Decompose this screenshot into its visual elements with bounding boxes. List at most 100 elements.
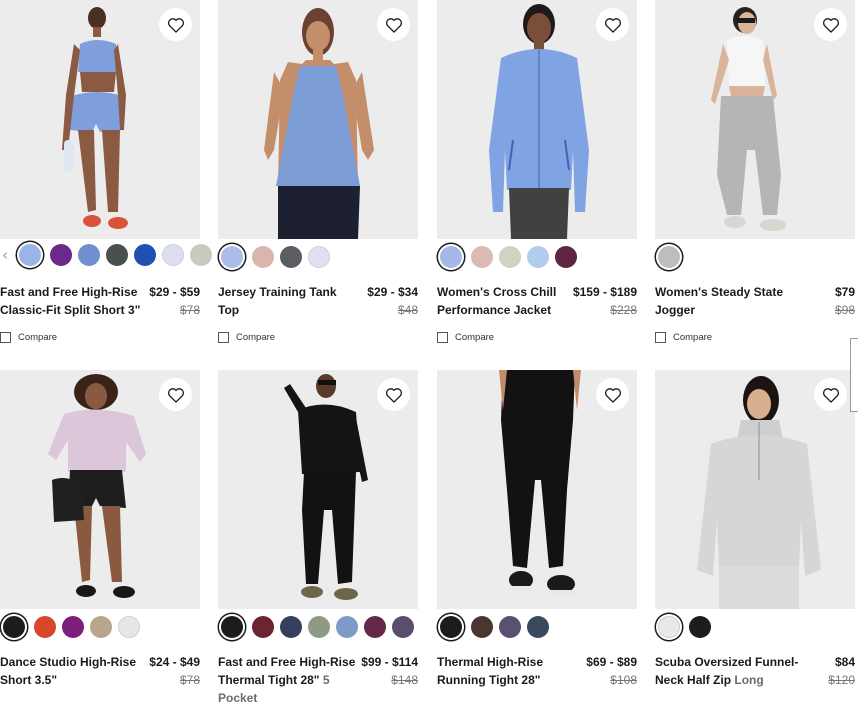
heart-icon [822, 387, 839, 403]
color-swatch[interactable] [3, 616, 25, 638]
original-price: $108 [610, 673, 637, 687]
color-swatch[interactable] [19, 244, 41, 266]
product-name[interactable]: Jersey Training Tank Top [218, 283, 348, 319]
product-name[interactable]: Women's Cross Chill Performance Jacket [437, 283, 567, 319]
product-price: $24 - $49 [149, 655, 200, 669]
favorite-button[interactable] [596, 378, 629, 411]
color-swatch[interactable] [280, 246, 302, 268]
color-swatches [437, 242, 583, 272]
product-card[interactable]: Women's Steady State Jogger $79 $98 Comp… [655, 0, 855, 350]
color-swatches [655, 242, 689, 272]
color-swatch[interactable] [34, 616, 56, 638]
color-swatches: ‹› [0, 240, 228, 270]
favorite-button[interactable] [377, 8, 410, 41]
color-swatch[interactable] [658, 616, 680, 638]
original-price: $228 [610, 303, 637, 317]
favorite-button[interactable] [814, 378, 847, 411]
heart-icon [167, 17, 184, 33]
product-grid: ‹› Fast and Free High-Rise Classic-Fit S… [0, 0, 858, 707]
color-swatch[interactable] [364, 616, 386, 638]
color-swatch[interactable] [499, 246, 521, 268]
compare-label: Compare [455, 332, 495, 343]
compare-checkbox[interactable]: Compare [0, 332, 57, 343]
product-card[interactable]: Dance Studio High-Rise Short 3.5" $24 - … [0, 370, 200, 707]
product-name[interactable]: Women's Steady State Jogger [655, 283, 795, 319]
compare-checkbox[interactable]: Compare [218, 332, 275, 343]
color-swatch[interactable] [471, 246, 493, 268]
color-swatch[interactable] [118, 616, 140, 638]
original-price: $78 [179, 673, 200, 687]
color-swatch[interactable] [555, 246, 577, 268]
product-card[interactable]: Scuba Oversized Funnel-Neck Half Zip Lon… [655, 370, 855, 707]
color-swatches [437, 612, 555, 642]
chevron-left-icon[interactable]: ‹ [0, 244, 10, 266]
color-swatch[interactable] [162, 244, 184, 266]
color-swatches [218, 612, 420, 642]
original-price: $48 [397, 303, 418, 317]
product-name[interactable]: Fast and Free High-Rise Classic-Fit Spli… [0, 283, 145, 319]
compare-checkbox[interactable]: Compare [437, 332, 494, 343]
color-swatch[interactable] [499, 616, 521, 638]
product-card[interactable]: Women's Cross Chill Performance Jacket $… [437, 0, 637, 350]
product-card[interactable]: ‹› Fast and Free High-Rise Classic-Fit S… [0, 0, 226, 350]
product-name[interactable]: Dance Studio High-Rise Short 3.5" [0, 653, 140, 689]
color-swatch[interactable] [527, 246, 549, 268]
product-name[interactable]: Scuba Oversized Funnel-Neck Half Zip Lon… [655, 653, 800, 689]
product-price: $159 - $189 [572, 285, 637, 299]
color-swatch[interactable] [308, 246, 330, 268]
heart-icon [604, 17, 621, 33]
color-swatch[interactable] [471, 616, 493, 638]
product-price: $99 - $114 [361, 655, 418, 669]
color-swatch[interactable] [392, 616, 414, 638]
color-swatch[interactable] [106, 244, 128, 266]
product-card[interactable]: Thermal High-Rise Running Tight 28" $69 … [437, 370, 637, 707]
compare-label: Compare [673, 332, 713, 343]
color-swatch[interactable] [440, 616, 462, 638]
product-card[interactable]: Jersey Training Tank Top $29 - $34 $48 C… [218, 0, 418, 350]
color-swatch[interactable] [440, 246, 462, 268]
heart-icon [385, 17, 402, 33]
favorite-button[interactable] [596, 8, 629, 41]
favorite-button[interactable] [159, 8, 192, 41]
color-swatches [655, 612, 717, 642]
product-price: $79 [834, 285, 855, 299]
favorite-button[interactable] [159, 378, 192, 411]
heart-icon [385, 387, 402, 403]
color-swatch[interactable] [527, 616, 549, 638]
color-swatches [0, 612, 146, 642]
color-swatch[interactable] [221, 246, 243, 268]
heart-icon [822, 17, 839, 33]
original-price: $148 [391, 673, 418, 687]
original-price: $120 [828, 673, 855, 687]
heart-icon [604, 387, 621, 403]
compare-tooltip-edge [850, 338, 858, 412]
compare-label: Compare [236, 332, 276, 343]
color-swatch[interactable] [62, 616, 84, 638]
color-swatch[interactable] [252, 616, 274, 638]
color-swatch[interactable] [280, 616, 302, 638]
color-swatch[interactable] [658, 246, 680, 268]
product-price: $29 - $34 [367, 285, 418, 299]
color-swatch[interactable] [190, 244, 212, 266]
color-swatch[interactable] [50, 244, 72, 266]
color-swatch[interactable] [689, 616, 711, 638]
favorite-button[interactable] [377, 378, 410, 411]
checkbox-box[interactable] [655, 332, 666, 343]
color-swatch[interactable] [252, 246, 274, 268]
color-swatch[interactable] [90, 616, 112, 638]
color-swatch[interactable] [336, 616, 358, 638]
checkbox-box[interactable] [437, 332, 448, 343]
checkbox-box[interactable] [0, 332, 11, 343]
color-swatch[interactable] [221, 616, 243, 638]
color-swatch[interactable] [134, 244, 156, 266]
favorite-button[interactable] [814, 8, 847, 41]
color-swatch[interactable] [308, 616, 330, 638]
original-price: $98 [834, 303, 855, 317]
product-price: $69 - $89 [586, 655, 637, 669]
product-name[interactable]: Thermal High-Rise Running Tight 28" [437, 653, 567, 689]
product-name[interactable]: Fast and Free High-Rise Thermal Tight 28… [218, 653, 358, 707]
color-swatch[interactable] [78, 244, 100, 266]
checkbox-box[interactable] [218, 332, 229, 343]
compare-checkbox[interactable]: Compare [655, 332, 712, 343]
product-card[interactable]: Fast and Free High-Rise Thermal Tight 28… [218, 370, 418, 707]
